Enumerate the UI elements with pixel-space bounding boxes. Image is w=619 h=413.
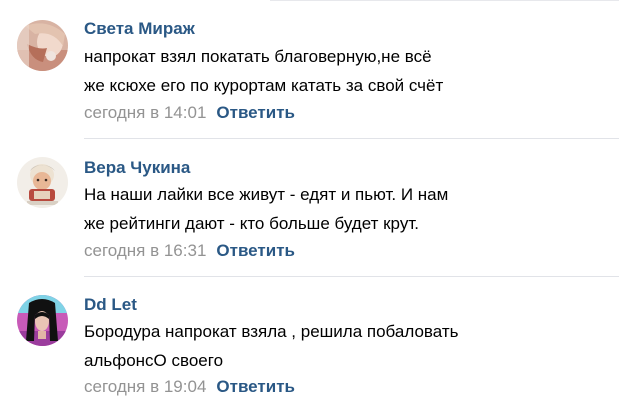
- comment-text-line: же рейтинги дают - кто больше будет крут…: [84, 214, 419, 233]
- comment-time[interactable]: сегодня в 16:31: [84, 241, 206, 260]
- reply-button[interactable]: Ответить: [216, 377, 295, 396]
- comments-page: Света Мираж напрокат взял покатать благо…: [0, 0, 619, 413]
- comment-item: Вера Чукина На наши лайки все живут - ед…: [0, 139, 619, 276]
- comment-meta: сегодня в 14:01 Ответить: [84, 103, 295, 123]
- comment-text-line: альфонсО своего: [84, 351, 224, 370]
- reply-button[interactable]: Ответить: [216, 241, 295, 260]
- comment-author[interactable]: Вера Чукина: [84, 158, 190, 178]
- avatar[interactable]: [17, 157, 68, 208]
- comment-text-line: На наши лайки все живут - едят и пьют. И…: [84, 185, 449, 204]
- reply-button[interactable]: Ответить: [216, 103, 295, 122]
- avatar[interactable]: [17, 295, 68, 346]
- comment-text-line: Бородура напрокат взяла , решила побалов…: [84, 322, 459, 341]
- comment-author[interactable]: Света Мираж: [84, 19, 195, 39]
- avatar[interactable]: [17, 20, 68, 71]
- comment-item: Dd Let Бородура напрокат взяла , решила …: [0, 277, 619, 413]
- comment-text: напрокат взял покатать благоверную,не вс…: [84, 42, 604, 100]
- comment-meta: сегодня в 16:31 Ответить: [84, 241, 295, 261]
- comment-text: На наши лайки все живут - едят и пьют. И…: [84, 180, 604, 238]
- comment-time[interactable]: сегодня в 19:04: [84, 377, 206, 396]
- comment-author[interactable]: Dd Let: [84, 295, 137, 315]
- comment-item: Света Мираж напрокат взял покатать благо…: [0, 0, 619, 138]
- comment-text-line: же ксюхе его по курортам катать за свой …: [84, 76, 444, 95]
- comment-text: Бородура напрокат взяла , решила побалов…: [84, 317, 604, 375]
- comment-meta: сегодня в 19:04 Ответить: [84, 377, 295, 397]
- comment-time[interactable]: сегодня в 14:01: [84, 103, 206, 122]
- comment-text-line: напрокат взял покатать благоверную,не вс…: [84, 47, 432, 66]
